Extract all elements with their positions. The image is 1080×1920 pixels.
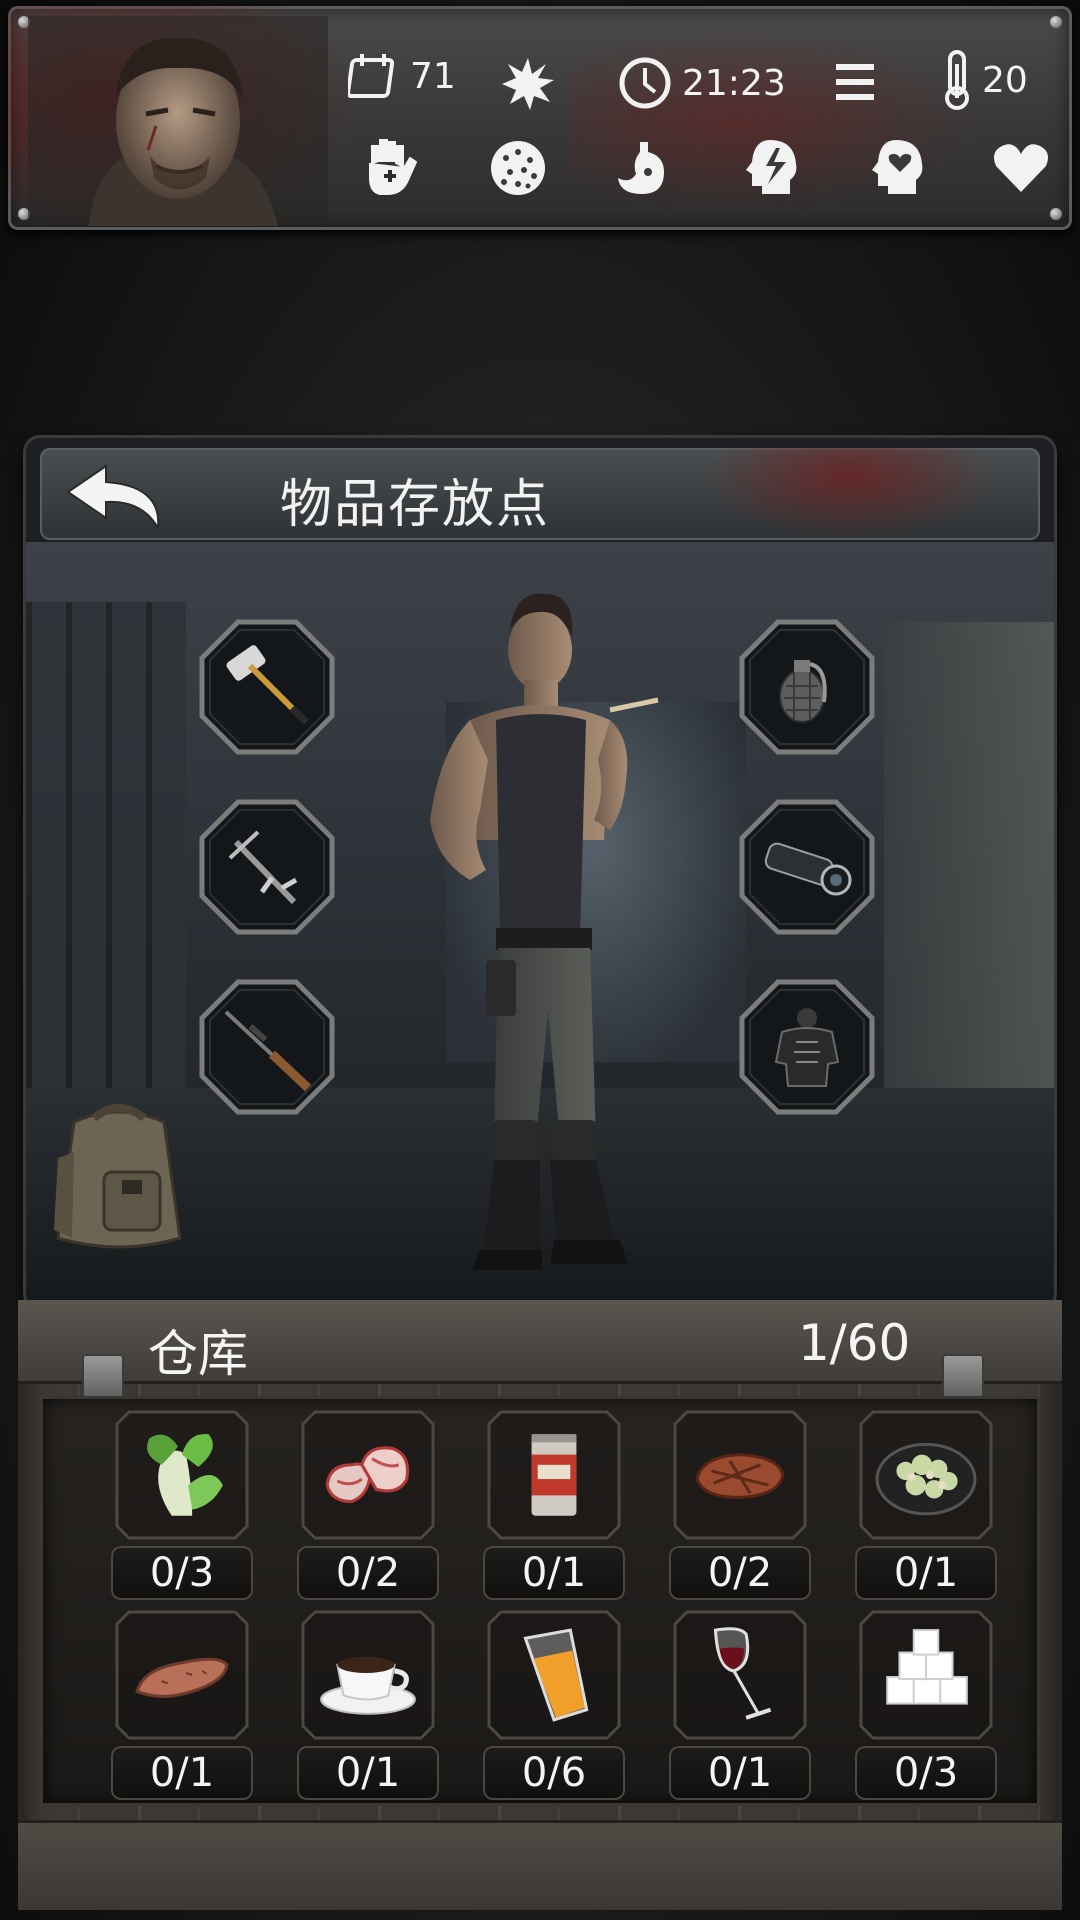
weather-indicator[interactable] — [500, 56, 556, 112]
crossbow-icon — [228, 830, 298, 905]
panel-title: 物品存放点 — [280, 475, 551, 535]
steak-icon — [695, 1453, 785, 1499]
blood-crack — [700, 448, 1000, 540]
weapon-rack — [26, 602, 186, 1122]
energy-head-icon[interactable] — [740, 136, 802, 198]
health-hand-icon[interactable] — [358, 134, 422, 198]
raw-meat-icon — [325, 1446, 409, 1504]
rivet — [1050, 208, 1062, 220]
backpack-button[interactable] — [44, 1098, 194, 1258]
stomach-icon[interactable] — [612, 138, 672, 198]
salad-plate-icon — [875, 1442, 977, 1516]
item-quantity: 0/2 — [669, 1546, 811, 1600]
item-cell-canned-food[interactable]: 0/1 — [483, 1406, 625, 1606]
time-value: 21:23 — [682, 62, 786, 104]
menu-icon — [836, 64, 874, 100]
calendar-icon — [348, 54, 395, 98]
item-quantity: 0/6 — [483, 1746, 625, 1800]
item-quantity: 0/1 — [297, 1746, 439, 1800]
survivor-character[interactable] — [400, 580, 700, 1280]
panel-header: 物品存放点 — [40, 448, 1040, 540]
menu-button[interactable] — [834, 62, 876, 102]
juice-glass-icon — [523, 1628, 589, 1722]
item-quantity: 0/1 — [483, 1546, 625, 1600]
item-quantity: 0/3 — [855, 1746, 997, 1800]
grenade-icon — [779, 660, 827, 723]
item-cell-steak[interactable]: 0/2 — [669, 1406, 811, 1606]
back-button[interactable] — [62, 456, 172, 536]
canned-food-icon — [531, 1434, 577, 1516]
day-value: 71 — [410, 55, 456, 97]
wine-glass-icon — [713, 1627, 772, 1720]
item-quantity: 0/3 — [111, 1546, 253, 1600]
rivet — [1050, 16, 1062, 28]
survivor-portrait[interactable] — [28, 16, 328, 226]
item-cell-sweet-potato[interactable]: 0/1 — [111, 1606, 253, 1806]
hinge — [82, 1354, 124, 1402]
slot-rifle-scope[interactable] — [738, 798, 876, 936]
slot-sledgehammer[interactable] — [198, 618, 336, 756]
slot-body-armor[interactable] — [738, 978, 876, 1116]
sweet-potato-icon — [135, 1657, 229, 1698]
virus-icon[interactable] — [488, 138, 548, 198]
item-quantity: 0/1 — [111, 1746, 253, 1800]
mood-head-icon[interactable] — [866, 136, 928, 198]
temperature-value: 20 — [982, 59, 1028, 101]
item-cell-juice-glass[interactable]: 0/6 — [483, 1606, 625, 1806]
day-counter[interactable]: 71 — [348, 50, 456, 102]
sledgehammer-icon — [226, 645, 309, 725]
body-armor-icon — [774, 1008, 840, 1087]
heart-icon[interactable] — [992, 142, 1050, 194]
bok-choy-icon — [147, 1434, 223, 1516]
item-cell-coffee-cup[interactable]: 0/1 — [297, 1606, 439, 1806]
item-cell-wine-glass[interactable]: 0/1 — [669, 1606, 811, 1806]
item-cell-salad-plate[interactable]: 0/1 — [855, 1406, 997, 1606]
item-quantity: 0/1 — [669, 1746, 811, 1800]
slot-grenade[interactable] — [738, 618, 876, 756]
item-cell-raw-meat[interactable]: 0/2 — [297, 1406, 439, 1606]
hinge — [942, 1354, 984, 1402]
warehouse-title: 仓库 — [148, 1325, 248, 1383]
warehouse-header: 仓库 1/60 — [18, 1300, 1062, 1384]
temperature-display[interactable]: 20 — [942, 50, 1028, 110]
rifle-icon — [224, 1010, 312, 1092]
item-cell-bok-choy[interactable]: 0/3 — [111, 1406, 253, 1606]
rifle-scope-icon — [764, 842, 852, 896]
warehouse-capacity: 1/60 — [798, 1314, 911, 1372]
warehouse-base — [18, 1820, 1062, 1910]
sugar-cubes-icon — [886, 1629, 968, 1705]
slot-rifle[interactable] — [198, 978, 336, 1116]
item-quantity: 0/2 — [297, 1546, 439, 1600]
coffee-cup-icon — [320, 1656, 416, 1715]
thermometer-icon — [945, 50, 969, 110]
slot-crossbow[interactable] — [198, 798, 336, 936]
sun-icon — [502, 58, 554, 110]
item-quantity: 0/1 — [855, 1546, 997, 1600]
status-bar: 71 21:23 20 — [8, 6, 1072, 230]
clock-display[interactable]: 21:23 — [618, 56, 786, 110]
item-cell-sugar-cubes[interactable]: 0/3 — [855, 1606, 997, 1806]
clock-icon — [619, 57, 671, 109]
